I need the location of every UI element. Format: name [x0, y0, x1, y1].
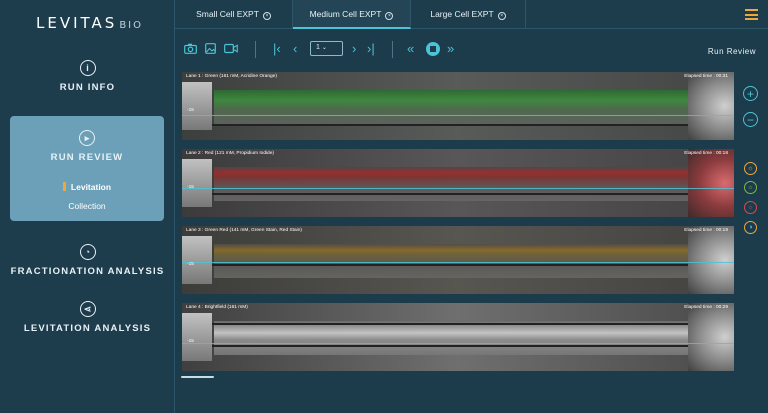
sidebar-item-label: RUN REVIEW — [50, 152, 124, 163]
chevron-down-icon: ⌄ — [321, 45, 327, 51]
lane-inlet — [182, 236, 212, 284]
rewind-icon[interactable]: « — [407, 41, 414, 57]
pie-chart-icon: ◔ — [79, 244, 96, 260]
lane-outlet — [688, 149, 734, 217]
playback-toolbar: |‹ ‹ 1 ⌄ › ›| « » Run Review — [175, 29, 768, 70]
lane-inlet — [182, 159, 212, 207]
close-icon[interactable]: × — [262, 12, 271, 20]
zoom-in-icon[interactable]: + — [743, 86, 758, 101]
levitation-line — [182, 262, 734, 263]
previous-icon[interactable]: ‹ — [293, 41, 297, 57]
lane-3: Lane 3 : Green Red (141 mM, Green Stain,… — [182, 226, 734, 294]
green-channel-icon[interactable]: ☼ — [744, 181, 757, 194]
page-title: Run Review — [707, 47, 756, 56]
sidebar-item-label: FRACTIONATION ANALYSIS — [10, 266, 165, 277]
close-icon[interactable]: × — [385, 12, 394, 20]
scale-label: -15 — [187, 108, 194, 113]
elapsed-time: Elapsed time : 00:19 — [684, 228, 728, 233]
scale-label: -15 — [187, 185, 194, 190]
sidebar-item-label: LEVITATION ANALYSIS — [23, 323, 152, 334]
contrast-icon[interactable]: ◑ — [744, 221, 757, 234]
skip-to-end-icon[interactable]: ›| — [367, 41, 375, 57]
lane-outlet — [688, 226, 734, 294]
lane-outlet — [688, 72, 734, 140]
lane-2: Lane 2 : Red (121 mM, Propidium Iodide) … — [182, 149, 734, 217]
lane-1: Lane 1 : Green (161 mM, Acridine Orange)… — [182, 72, 734, 140]
red-channel-icon[interactable]: ☼ — [744, 201, 757, 214]
scale-label: -15 — [187, 262, 194, 267]
lane-inlet — [182, 313, 212, 361]
lane-title: Lane 1 : Green (161 mM, Acridine Orange) — [186, 74, 277, 79]
fast-forward-icon[interactable]: » — [447, 41, 454, 57]
lane-outlet — [688, 303, 734, 371]
subitem-collection[interactable]: Collection — [10, 196, 164, 214]
tab-large-cell-expt[interactable]: Large Cell EXPT × — [411, 0, 526, 29]
app-window: LEVITAS BIO i RUN INFO ▸ RUN REVIEW Levit… — [0, 0, 768, 413]
sidebar-item-fractionation-analysis[interactable]: ◔ FRACTIONATION ANALYSIS — [0, 244, 175, 277]
next-icon[interactable]: › — [352, 41, 356, 57]
sidebar-item-levitation-analysis[interactable]: ⋖ LEVITATION ANALYSIS — [0, 301, 175, 334]
elapsed-time: Elapsed time : 00:31 — [684, 74, 728, 79]
share-icon: ⋖ — [79, 301, 96, 317]
lane-title: Lane 2 : Red (121 mM, Propidium Iodide) — [186, 151, 274, 156]
levitation-line — [182, 115, 734, 116]
video-icon[interactable] — [224, 43, 238, 54]
play-icon: ▸ — [79, 130, 95, 146]
zoom-out-icon[interactable]: − — [743, 112, 758, 127]
menu-icon[interactable] — [745, 9, 758, 20]
toolbar-divider — [255, 41, 256, 58]
stop-button[interactable] — [426, 42, 440, 56]
sidebar: LEVITAS BIO i RUN INFO ▸ RUN REVIEW Levit… — [0, 0, 175, 413]
page-select[interactable]: 1 ⌄ — [310, 41, 343, 56]
levitation-line — [182, 343, 734, 344]
image-icon[interactable] — [205, 43, 216, 54]
tab-medium-cell-expt[interactable]: Medium Cell EXPT × — [293, 0, 411, 29]
close-icon[interactable]: × — [497, 12, 506, 20]
elapsed-time: Elapsed time : 00:29 — [684, 305, 728, 310]
lane-title: Lane 3 : Green Red (141 mM, Green Stain,… — [186, 228, 302, 233]
elapsed-time: Elapsed time : 00:18 — [684, 151, 728, 156]
lane-viewer: Lane 1 : Green (161 mM, Acridine Orange)… — [182, 70, 734, 380]
sidebar-item-label: RUN INFO — [59, 82, 116, 93]
skip-to-start-icon[interactable]: |‹ — [273, 41, 281, 57]
toolbar-divider — [392, 41, 393, 58]
lane-4: Lane 4 : Brightfield (161 mM) Elapsed ti… — [182, 303, 734, 371]
scale-label: -15 — [187, 339, 194, 344]
levitation-line — [182, 188, 734, 189]
active-marker — [62, 182, 66, 191]
lane-title: Lane 4 : Brightfield (161 mM) — [186, 305, 248, 310]
camera-icon[interactable] — [184, 43, 197, 54]
info-icon: i — [79, 60, 96, 76]
sidebar-item-run-review[interactable]: ▸ RUN REVIEW Levitation Collection — [10, 116, 164, 221]
tab-bar: Small Cell EXPT × Medium Cell EXPT × Large… — [175, 0, 768, 29]
horizontal-scrollbar[interactable] — [181, 376, 214, 378]
tab-small-cell-expt[interactable]: Small Cell EXPT × — [175, 0, 293, 29]
brightness-icon[interactable]: ☼ — [744, 162, 757, 175]
brand-logo: LEVITAS BIO — [36, 14, 143, 32]
subitem-levitation[interactable]: Levitation — [10, 177, 164, 195]
sidebar-item-run-info[interactable]: i RUN INFO — [0, 60, 175, 93]
lane-inlet — [182, 82, 212, 130]
